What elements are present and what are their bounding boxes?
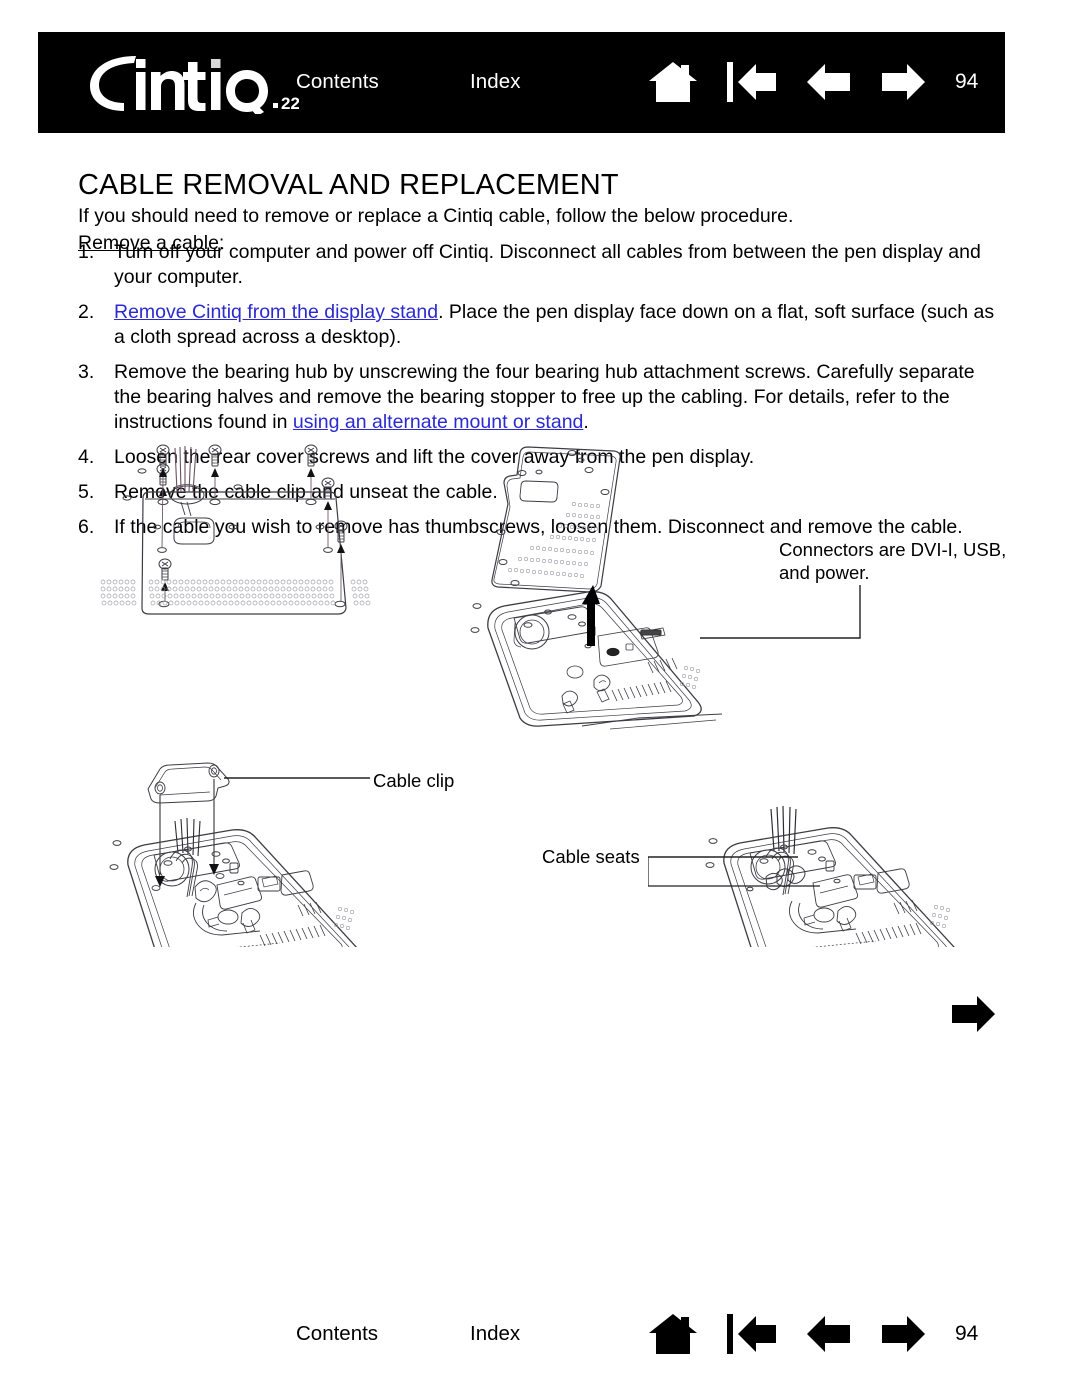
step-number: 1.	[78, 241, 95, 263]
header-nav-icons	[648, 58, 926, 110]
step-text-after-link: .	[583, 411, 589, 433]
callout-connectors-text: Connectors are DVI-I, USB, and power.	[779, 539, 1007, 583]
link-remove-cintiq-from-display-stand[interactable]: Remove Cintiq from the display stand	[114, 301, 438, 323]
back-arrow-icon[interactable]	[806, 1312, 852, 1361]
callout-cable-clip-text: Cable clip	[373, 770, 455, 791]
intro-paragraph: If you should need to remove or replace …	[78, 204, 794, 227]
header-contents-link[interactable]: Contents	[296, 70, 379, 94]
svg-text:22HD: 22HD	[281, 94, 299, 113]
cintiq-logo: 22HD	[84, 50, 299, 114]
link-using-an-alternate-mount-or-stand[interactable]: using an alternate mount or stand	[293, 411, 584, 433]
forward-arrow-icon[interactable]	[950, 992, 996, 1041]
list-item: 1. Turn off your computer and power off …	[78, 240, 1003, 290]
page-header-bar: 22HD Contents Index 94	[38, 32, 1005, 133]
forward-arrow-icon[interactable]	[880, 60, 926, 109]
list-item: 3. Remove the bearing hub by unscrewing …	[78, 360, 1003, 435]
footer-page-number: 94	[955, 1322, 979, 1345]
step-text: Turn off your computer and power off Cin…	[114, 241, 981, 288]
home-icon[interactable]	[648, 1312, 698, 1361]
callout-connectors-leader-line	[700, 585, 861, 639]
go-to-start-icon[interactable]	[726, 60, 778, 109]
callout-cable-seats-leader-lines	[648, 856, 820, 887]
footer-contents-link[interactable]: Contents	[296, 1322, 378, 1346]
page-title: CABLE REMOVAL AND REPLACEMENT	[78, 169, 619, 202]
home-icon[interactable]	[648, 60, 698, 109]
list-item: 2. Remove Cintiq from the display stand.…	[78, 300, 1003, 350]
forward-arrow-icon[interactable]	[880, 1312, 926, 1361]
go-to-start-icon[interactable]	[726, 1312, 778, 1361]
footer-index-link[interactable]: Index	[470, 1322, 520, 1346]
cable-clip-diagram	[100, 757, 530, 947]
callout-cable-seats-text: Cable seats	[542, 846, 640, 867]
header-page-number: 94	[955, 70, 979, 93]
callout-cable-clip-leader-line	[224, 777, 370, 779]
back-arrow-icon[interactable]	[806, 60, 852, 109]
rear-cover-screws-diagram	[95, 440, 395, 630]
footer-nav-icons	[648, 1310, 954, 1362]
header-index-link[interactable]: Index	[470, 70, 521, 94]
step-number: 2.	[78, 301, 95, 323]
step-number: 3.	[78, 361, 95, 383]
